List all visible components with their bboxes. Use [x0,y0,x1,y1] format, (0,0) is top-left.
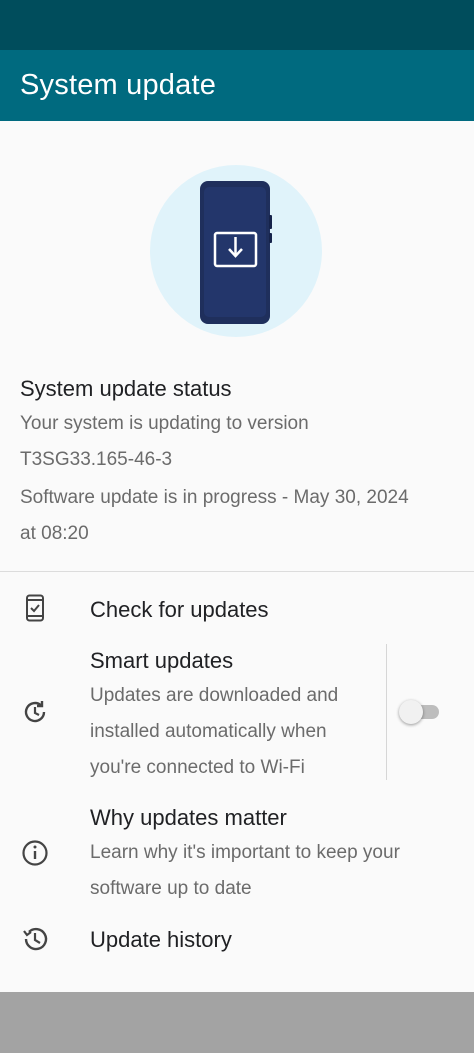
version-number: T3SG33.165-46-3 [20,449,173,470]
update-history-label: Update history [90,927,232,952]
phone-check-icon [20,593,50,623]
smart-updates-label: Smart updates [90,648,234,673]
smart-updates-desc-1: Updates are downloaded and [90,685,339,706]
app-bar: System update [0,50,474,121]
progress-line: Software update is in progress - May 30,… [20,487,409,508]
auto-update-icon [20,697,50,727]
why-updates-desc-2: software up to date [90,878,252,899]
smart-updates-toggle[interactable] [399,699,441,725]
info-icon [20,838,50,868]
navigation-bar [0,992,474,1053]
update-status-section: System update status Your system is upda… [20,372,460,552]
why-updates-desc-1: Learn why it's important to keep your [90,842,400,863]
why-updates-label: Why updates matter [90,805,287,830]
toggle-thumb [399,700,423,724]
status-title: System update status [20,376,232,401]
check-for-updates-item[interactable]: Check for updates [0,585,474,635]
why-updates-matter-item[interactable]: Why updates matter Learn why it's import… [0,800,474,910]
version-line: Your system is updating to version [20,413,309,434]
history-icon [20,924,50,954]
smart-updates-desc-3: you're connected to Wi-Fi [90,757,305,778]
page-title: System update [20,69,217,101]
phone-download-illustration [150,165,322,337]
check-updates-label: Check for updates [90,597,269,622]
progress-time: at 08:20 [20,523,89,544]
vertical-divider [386,644,387,780]
update-history-item[interactable]: Update history [0,918,474,962]
smart-updates-desc-2: installed automatically when [90,721,327,742]
status-bar [0,0,474,50]
divider [0,571,474,572]
